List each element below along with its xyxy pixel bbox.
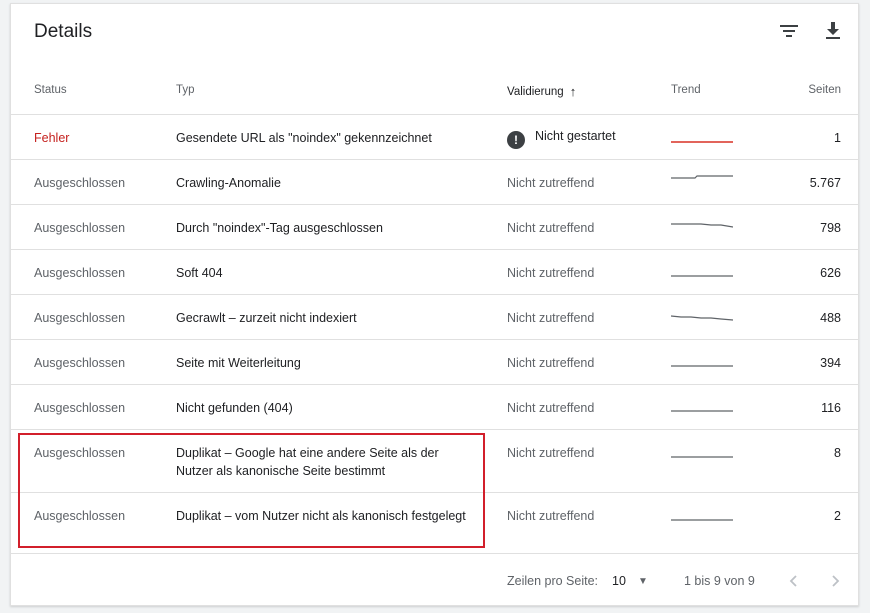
typ-cell: Nicht gefunden (404)	[176, 401, 293, 415]
typ-cell: Soft 404	[176, 266, 223, 280]
rows-per-page-label: Zeilen pro Seite:	[507, 574, 599, 588]
trend-sparkline	[671, 315, 733, 321]
validierung-label: Nicht gestartet	[535, 129, 616, 143]
status-cell: Fehler	[34, 131, 70, 145]
page-title: Details	[34, 21, 93, 42]
column-header-trend: Trend	[671, 84, 701, 96]
typ-cell: Duplikat – vom Nutzer nicht als kanonisc…	[176, 509, 466, 523]
seiten-cell: 488	[820, 311, 841, 325]
status-cell: Ausgeschlossen	[34, 311, 126, 325]
card-header: Details	[11, 4, 858, 62]
chevron-left-icon[interactable]	[782, 569, 806, 593]
pagination-range: 1 bis 9 von 9	[684, 574, 755, 588]
seiten-cell: 2	[834, 509, 841, 523]
table-row[interactable]: Ausgeschlossen Durch "noindex"-Tag ausge…	[11, 205, 858, 250]
table-pagination: Zeilen pro Seite: 10 ▼ 1 bis 9 von 9	[11, 554, 858, 606]
seiten-cell: 116	[821, 401, 841, 415]
rows-per-page-select[interactable]: 10	[612, 574, 626, 588]
warning-icon: !	[507, 131, 525, 149]
table-row[interactable]: Ausgeschlossen Gecrawlt – zurzeit nicht …	[11, 295, 858, 340]
table-row[interactable]: Ausgeschlossen Soft 404 Nicht zutreffend…	[11, 250, 858, 295]
seiten-cell: 5.767	[809, 176, 841, 190]
trend-sparkline	[671, 175, 733, 179]
dropdown-caret-icon[interactable]: ▼	[638, 576, 648, 587]
seiten-cell: 798	[820, 221, 841, 235]
table-row[interactable]: Ausgeschlossen Crawling-Anomalie Nicht z…	[11, 160, 858, 205]
trend-sparkline	[671, 456, 733, 458]
details-card: Details Status Typ Validierung ↑ Trend Se…	[10, 3, 859, 606]
trend-sparkline	[671, 519, 733, 521]
column-header-status[interactable]: Status	[34, 84, 67, 96]
column-header-typ[interactable]: Typ	[176, 84, 195, 96]
validierung-cell: ! Nicht gestartet	[507, 127, 616, 149]
seiten-cell: 394	[820, 356, 841, 370]
table-row[interactable]: Ausgeschlossen Seite mit Weiterleitung N…	[11, 340, 858, 385]
validierung-cell: Nicht zutreffend	[507, 176, 595, 190]
status-cell: Ausgeschlossen	[34, 176, 126, 190]
validierung-cell: Nicht zutreffend	[507, 356, 595, 370]
trend-sparkline	[671, 223, 733, 228]
seiten-cell: 1	[834, 131, 841, 145]
table-row[interactable]: Ausgeschlossen Duplikat – Google hat ein…	[11, 430, 858, 493]
status-cell: Ausgeschlossen	[34, 446, 126, 460]
validierung-cell: Nicht zutreffend	[507, 401, 595, 415]
chevron-right-icon[interactable]	[823, 569, 847, 593]
validierung-cell: Nicht zutreffend	[507, 311, 595, 325]
trend-sparkline	[671, 365, 733, 367]
trend-sparkline	[671, 141, 733, 143]
typ-cell: Gecrawlt – zurzeit nicht indexiert	[176, 311, 357, 325]
typ-cell: Seite mit Weiterleitung	[176, 356, 301, 370]
typ-cell: Duplikat – Google hat eine andere Seite …	[176, 446, 439, 478]
typ-cell: Gesendete URL als "noindex" gekennzeichn…	[176, 131, 432, 145]
filter-icon[interactable]	[778, 20, 800, 42]
column-header-seiten[interactable]: Seiten	[808, 84, 841, 96]
trend-sparkline	[671, 275, 733, 277]
table-row[interactable]: Ausgeschlossen Duplikat – vom Nutzer nic…	[11, 493, 858, 554]
trend-sparkline	[671, 410, 733, 412]
table-header: Status Typ Validierung ↑ Trend Seiten	[11, 64, 858, 115]
typ-cell: Crawling-Anomalie	[176, 176, 281, 190]
table-row[interactable]: Ausgeschlossen Nicht gefunden (404) Nich…	[11, 385, 858, 430]
seiten-cell: 8	[834, 446, 841, 460]
seiten-cell: 626	[820, 266, 841, 280]
typ-cell: Durch "noindex"-Tag ausgeschlossen	[176, 221, 383, 235]
column-header-validierung-label: Validierung	[507, 86, 564, 98]
validierung-cell: Nicht zutreffend	[507, 221, 595, 235]
validierung-cell: Nicht zutreffend	[507, 446, 595, 460]
validierung-cell: Nicht zutreffend	[507, 509, 595, 523]
status-cell: Ausgeschlossen	[34, 266, 126, 280]
status-cell: Ausgeschlossen	[34, 509, 126, 523]
arrow-up-icon: ↑	[569, 84, 577, 99]
status-cell: Ausgeschlossen	[34, 401, 126, 415]
validierung-cell: Nicht zutreffend	[507, 266, 595, 280]
status-cell: Ausgeschlossen	[34, 221, 126, 235]
download-icon[interactable]	[822, 20, 844, 42]
status-cell: Ausgeschlossen	[34, 356, 126, 370]
column-header-validierung[interactable]: Validierung ↑	[507, 84, 576, 99]
table-row[interactable]: Fehler Gesendete URL als "noindex" geken…	[11, 115, 858, 160]
